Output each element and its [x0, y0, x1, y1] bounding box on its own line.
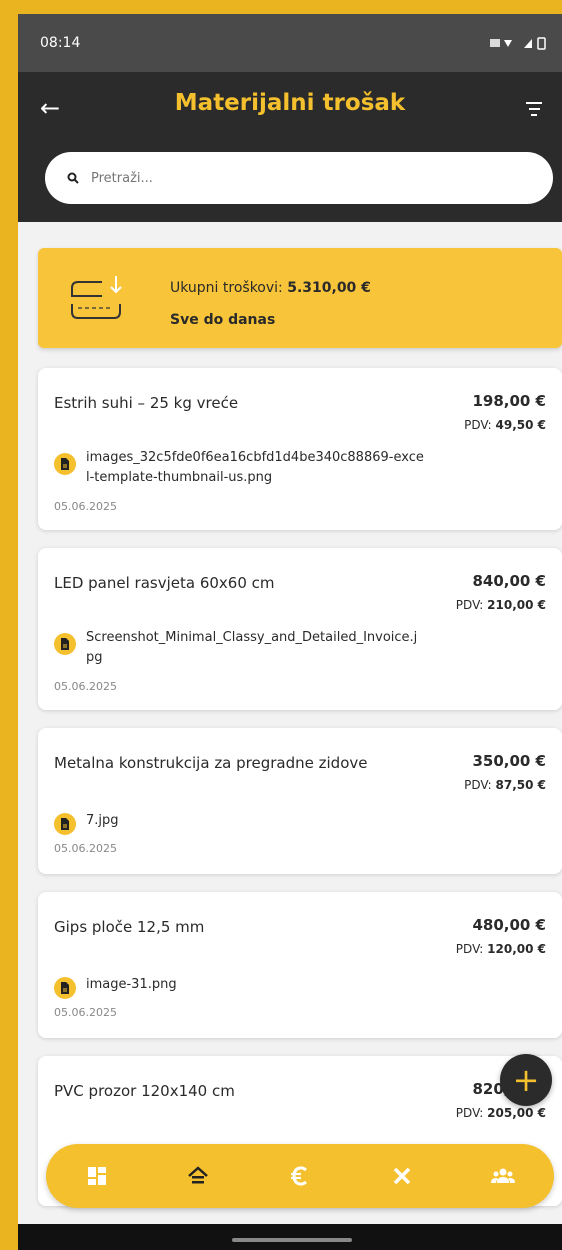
dashboard-icon	[87, 1167, 106, 1185]
expense-price: 350,00 €	[472, 752, 546, 770]
vat-label: PDV:	[464, 778, 496, 792]
vat-amount: 87,50 €	[495, 778, 546, 792]
expense-date: 05.06.2025	[54, 500, 117, 513]
total-summary-card: Ukupni troškovi: 5.310,00 € Sve do danas	[38, 248, 562, 348]
vat-amount: 49,50 €	[495, 418, 546, 432]
phone-screen: 08:14 ← Materijalni trošak Pretraži... U…	[18, 14, 562, 1250]
expense-vat: PDV: 49,50 €	[464, 418, 546, 432]
attachment[interactable]: image-31.png	[54, 972, 424, 999]
expense-card[interactable]: Gips ploče 12,5 mm 480,00 € PDV: 120,00 …	[38, 892, 562, 1038]
vat-label: PDV:	[464, 418, 496, 432]
euro-icon	[290, 1166, 307, 1186]
file-icon	[54, 633, 76, 655]
expense-date: 05.06.2025	[54, 1006, 117, 1019]
attachment-filename: image-31.png	[86, 977, 177, 992]
attachment[interactable]: 7.jpg	[54, 808, 424, 835]
nav-euro[interactable]	[280, 1156, 320, 1196]
expense-price: 480,00 €	[472, 916, 546, 934]
attachment[interactable]: images_32c5fde0f6ea16cbfd1d4be340c88869-…	[54, 448, 424, 488]
search-input[interactable]	[89, 169, 493, 187]
nav-home[interactable]	[178, 1156, 218, 1196]
status-bar: 08:14	[18, 14, 562, 72]
expense-vat: PDV: 120,00 €	[456, 942, 546, 956]
attachment-filename: 7.jpg	[86, 813, 119, 828]
total-amount: 5.310,00 €	[287, 280, 371, 296]
expense-card[interactable]: Estrih suhi – 25 kg vreće 198,00 € PDV: …	[38, 368, 562, 530]
search-bar[interactable]	[45, 152, 553, 204]
nav-dashboard[interactable]	[77, 1156, 117, 1196]
expense-name: Gips ploče 12,5 mm	[54, 918, 205, 936]
expense-date: 05.06.2025	[54, 680, 117, 693]
vat-label: PDV:	[455, 1106, 488, 1120]
total-period: Sve do danas	[170, 312, 276, 328]
page-title: Materijalni trošak	[174, 90, 406, 116]
vat-label: PDV:	[455, 598, 488, 612]
add-expense-button[interactable]: +	[500, 1054, 552, 1106]
expense-name: Estrih suhi – 25 kg vreće	[54, 394, 239, 412]
expense-vat: PDV: 205,00 €	[456, 1106, 546, 1120]
expense-date: 05.06.2025	[54, 842, 117, 855]
nav-tools[interactable]	[382, 1156, 422, 1196]
attachment-filename: images_32c5fde0f6ea16cbfd1d4be340c88869-…	[86, 450, 424, 485]
vat-amount: 205,00 €	[487, 1106, 546, 1120]
expense-card[interactable]: Metalna konstrukcija za pregradne zidove…	[38, 728, 562, 874]
expense-name: PVC prozor 120x140 cm	[54, 1082, 235, 1100]
tools-icon	[393, 1167, 410, 1185]
total-label: Ukupni troškovi:	[170, 280, 288, 296]
vat-amount: 120,00 €	[487, 942, 546, 956]
filter-icon[interactable]	[526, 102, 542, 120]
bottom-navigation	[46, 1144, 554, 1208]
status-icons	[490, 36, 550, 50]
expense-price: 840,00 €	[472, 572, 546, 590]
expense-vat: PDV: 87,50 €	[464, 778, 546, 792]
expense-name: Metalna konstrukcija za pregradne zidove	[54, 754, 368, 772]
wallet-icon	[71, 276, 122, 319]
file-icon	[54, 813, 76, 835]
file-icon	[54, 977, 76, 999]
expense-name: LED panel rasvjeta 60x60 cm	[54, 574, 275, 592]
home-gesture-pill[interactable]	[232, 1238, 352, 1242]
nav-people[interactable]	[483, 1156, 523, 1196]
expense-price: 198,00 €	[472, 392, 546, 410]
signal-icons	[490, 37, 546, 50]
people-icon	[491, 1168, 516, 1183]
attachment-filename: Screenshot_Minimal_Classy_and_Detailed_I…	[86, 630, 418, 665]
expense-vat: PDV: 210,00 €	[456, 598, 546, 612]
status-time: 08:14	[40, 35, 81, 51]
home-icon	[188, 1166, 209, 1184]
attachment[interactable]: Screenshot_Minimal_Classy_and_Detailed_I…	[54, 628, 424, 668]
app-header: ← Materijalni trošak	[18, 72, 562, 222]
expense-card[interactable]: LED panel rasvjeta 60x60 cm 840,00 € PDV…	[38, 548, 562, 710]
search-icon	[67, 172, 79, 184]
file-icon	[54, 453, 76, 475]
vat-amount: 210,00 €	[487, 598, 546, 612]
vat-label: PDV:	[455, 942, 488, 956]
total-line: Ukupni troškovi: 5.310,00 €	[170, 280, 371, 296]
system-navigation-bar	[18, 1224, 562, 1250]
